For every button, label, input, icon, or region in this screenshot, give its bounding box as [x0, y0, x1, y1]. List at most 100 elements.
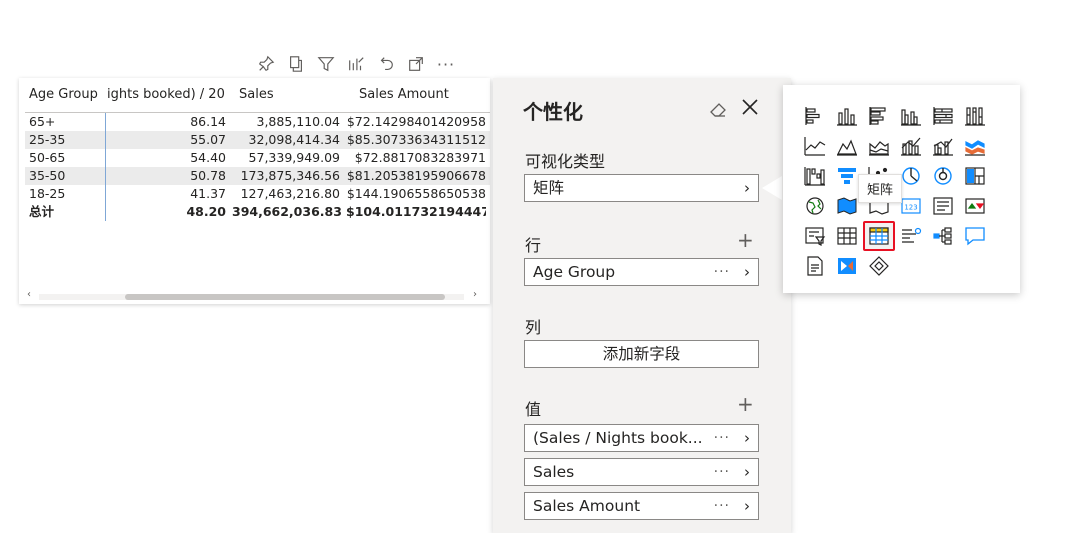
visual-header-toolbar: ···: [255, 50, 457, 78]
scroll-thumb[interactable]: [125, 294, 445, 300]
close-icon[interactable]: [739, 96, 761, 118]
cell-value: 50.78: [105, 167, 232, 185]
filter-icon[interactable]: [315, 53, 337, 75]
viz-type-label: 可视化类型: [525, 152, 606, 171]
more-options-icon[interactable]: ···: [714, 493, 730, 519]
viz-type-value: 矩阵: [533, 179, 565, 197]
stacked-area-chart-icon[interactable]: [863, 131, 895, 161]
treemap-icon[interactable]: [959, 161, 991, 191]
matrix-header-row: Age Group ights booked) / 20 Sales Sales…: [25, 84, 490, 113]
gallery-callout-pointer: [762, 176, 782, 200]
chevron-right-icon[interactable]: ›: [744, 259, 750, 285]
cell-sales: 32,098,414.34: [248, 132, 340, 147]
pin-icon[interactable]: [255, 53, 277, 75]
values-field-label: Sales Amount: [533, 497, 641, 515]
add-field-button[interactable]: 添加新字段: [524, 340, 759, 368]
cell-value: 55.07: [105, 131, 232, 149]
viz-type-dropdown[interactable]: 矩阵 ›: [524, 174, 759, 202]
ribbon-chart-icon[interactable]: [959, 131, 991, 161]
total-sales: 394,662,036.83: [232, 204, 342, 219]
header-sales[interactable]: Sales: [233, 84, 353, 112]
line-and-stacked-column-icon[interactable]: [895, 131, 927, 161]
horizontal-scrollbar[interactable]: ‹ ›: [25, 289, 480, 302]
r-script-visual-icon[interactable]: [895, 221, 927, 251]
values-field-sales[interactable]: Sales ··· ›: [524, 458, 759, 486]
total-value: 48.20: [105, 203, 232, 221]
more-options-icon[interactable]: ···: [714, 459, 730, 485]
rows-field-age-group[interactable]: Age Group ··· ›: [524, 258, 759, 286]
matrix-icon[interactable]: [863, 221, 895, 251]
row-header: 50-65: [29, 150, 66, 165]
scroll-left-icon[interactable]: ‹: [27, 289, 31, 300]
total-amount: $104.0117321944479: [346, 204, 486, 219]
more-icon[interactable]: ···: [435, 53, 457, 75]
row-header: 35-50: [29, 168, 66, 183]
values-label: 值: [525, 400, 542, 419]
pane-title: 个性化: [523, 100, 583, 124]
100-stacked-column-chart-icon[interactable]: [959, 101, 991, 131]
values-field-nights[interactable]: (Sales / Nights book... ··· ›: [524, 424, 759, 452]
copy-icon[interactable]: [285, 53, 307, 75]
slicer-icon[interactable]: [799, 221, 831, 251]
waterfall-chart-icon[interactable]: [799, 161, 831, 191]
matrix-tooltip: 矩阵: [858, 174, 903, 203]
chevron-right-icon[interactable]: ›: [744, 425, 750, 451]
table-row[interactable]: 35-50 50.78 173,875,346.56 $81.205381959…: [25, 167, 490, 185]
table-row[interactable]: 25-35 55.07 32,098,414.34 $85.3073363431…: [25, 131, 490, 149]
undo-icon[interactable]: [375, 53, 397, 75]
map-icon[interactable]: [799, 191, 831, 221]
header-sales-amount[interactable]: Sales Amount: [353, 84, 490, 112]
row-header: 18-25: [29, 186, 66, 201]
chevron-right-icon: ›: [744, 179, 750, 197]
table-row[interactable]: 18-25 41.37 127,463,216.80 $144.19065586…: [25, 185, 490, 203]
matrix-table: Age Group ights booked) / 20 Sales Sales…: [25, 84, 490, 221]
qa-visual-icon[interactable]: [959, 221, 991, 251]
100-stacked-bar-chart-icon[interactable]: [927, 101, 959, 131]
area-chart-icon[interactable]: [831, 131, 863, 161]
power-automate-icon[interactable]: [831, 251, 863, 281]
line-and-clustered-column-icon[interactable]: [927, 131, 959, 161]
stacked-column-chart-icon[interactable]: [831, 101, 863, 131]
table-icon[interactable]: [831, 221, 863, 251]
header-age-group[interactable]: Age Group: [25, 84, 105, 112]
decomposition-tree-icon[interactable]: [927, 221, 959, 251]
values-field-label: Sales: [533, 463, 575, 481]
clustered-bar-chart-icon[interactable]: [863, 101, 895, 131]
focus-icon[interactable]: [345, 53, 367, 75]
kpi-icon[interactable]: [959, 191, 991, 221]
cell-amount: $81.20538195906678: [346, 168, 486, 183]
line-chart-icon[interactable]: [799, 131, 831, 161]
row-header: 65+: [29, 114, 56, 129]
chevron-right-icon[interactable]: ›: [744, 459, 750, 485]
cell-sales: 57,339,949.09: [248, 150, 340, 165]
matrix-visual[interactable]: Age Group ights booked) / 20 Sales Sales…: [19, 78, 490, 304]
cell-value: 41.37: [105, 185, 232, 203]
values-field-label: (Sales / Nights book...: [533, 429, 703, 447]
table-row[interactable]: 65+ 86.14 3,885,110.04 $72.1429840142095…: [25, 113, 490, 131]
more-options-icon[interactable]: ···: [714, 259, 730, 285]
cell-value: 54.40: [105, 149, 232, 167]
clustered-column-chart-icon[interactable]: [895, 101, 927, 131]
header-nights-booked[interactable]: ights booked) / 20: [105, 84, 233, 112]
chevron-right-icon[interactable]: ›: [744, 493, 750, 519]
smart-narrative-icon[interactable]: [863, 251, 895, 281]
expand-icon[interactable]: [405, 53, 427, 75]
eraser-icon[interactable]: [707, 98, 729, 120]
cell-amount: $72.8817083283971: [354, 150, 486, 165]
multi-row-card-icon[interactable]: [927, 191, 959, 221]
total-row[interactable]: 总计 48.20 394,662,036.83 $104.01173219444…: [25, 203, 490, 221]
row-header: 25-35: [29, 132, 66, 147]
add-row-plus-icon[interactable]: +: [737, 230, 754, 250]
scroll-right-icon[interactable]: ›: [473, 289, 477, 300]
rows-field-label: Age Group: [533, 263, 616, 281]
stacked-bar-chart-icon[interactable]: [799, 101, 831, 131]
add-value-plus-icon[interactable]: +: [737, 394, 754, 414]
cell-amount: $72.14298401420958: [346, 114, 486, 129]
paginated-report-icon[interactable]: [799, 251, 831, 281]
values-field-sales-amount[interactable]: Sales Amount ··· ›: [524, 492, 759, 520]
more-options-icon[interactable]: ···: [714, 425, 730, 451]
table-row[interactable]: 50-65 54.40 57,339,949.09 $72.8817083283…: [25, 149, 490, 167]
donut-chart-icon[interactable]: [927, 161, 959, 191]
total-label: 总计: [29, 204, 55, 219]
cell-sales: 3,885,110.04: [256, 114, 341, 129]
